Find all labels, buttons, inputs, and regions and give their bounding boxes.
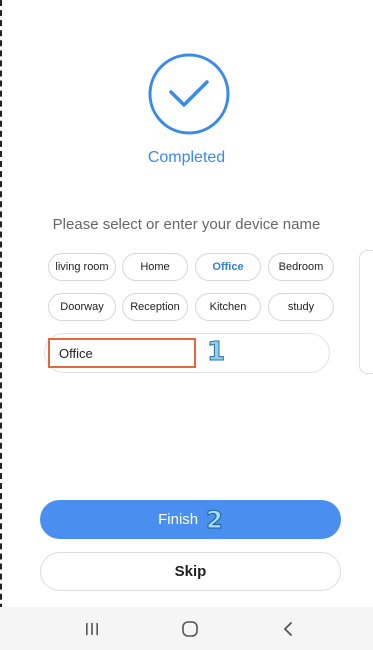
back-button[interactable] — [258, 607, 318, 650]
device-name-input[interactable]: Office — [48, 338, 196, 368]
home-button[interactable] — [160, 607, 220, 650]
chip-living-room[interactable]: living room — [48, 253, 116, 281]
recent-apps-icon — [86, 622, 98, 635]
system-navigation-bar — [0, 607, 373, 650]
finish-button[interactable]: Finish 2 — [40, 500, 341, 539]
chip-bedroom[interactable]: Bedroom — [268, 253, 334, 281]
recent-apps-button[interactable] — [62, 607, 122, 650]
finish-button-label: Finish — [158, 511, 199, 528]
side-panel-edge — [359, 250, 373, 374]
chip-study[interactable]: study — [268, 293, 334, 321]
home-icon — [182, 620, 198, 637]
device-setup-screen: Completed Please select or enter your de… — [0, 0, 373, 650]
chip-home[interactable]: Home — [122, 253, 188, 281]
annotation-marker-1: 1 — [206, 337, 226, 368]
chip-kitchen[interactable]: Kitchen — [195, 293, 261, 321]
completed-label: Completed — [147, 149, 226, 166]
chip-office[interactable]: Office — [195, 253, 261, 281]
skip-button[interactable]: Skip — [40, 552, 341, 591]
device-name-prompt: Please select or enter your device name — [52, 216, 321, 233]
checkmark-circle-icon — [148, 53, 230, 135]
annotation-marker-2: 2 — [206, 505, 224, 534]
dashed-border — [0, 0, 2, 650]
chip-reception[interactable]: Reception — [122, 293, 188, 321]
chip-doorway[interactable]: Doorway — [48, 293, 116, 321]
back-icon — [284, 621, 292, 636]
